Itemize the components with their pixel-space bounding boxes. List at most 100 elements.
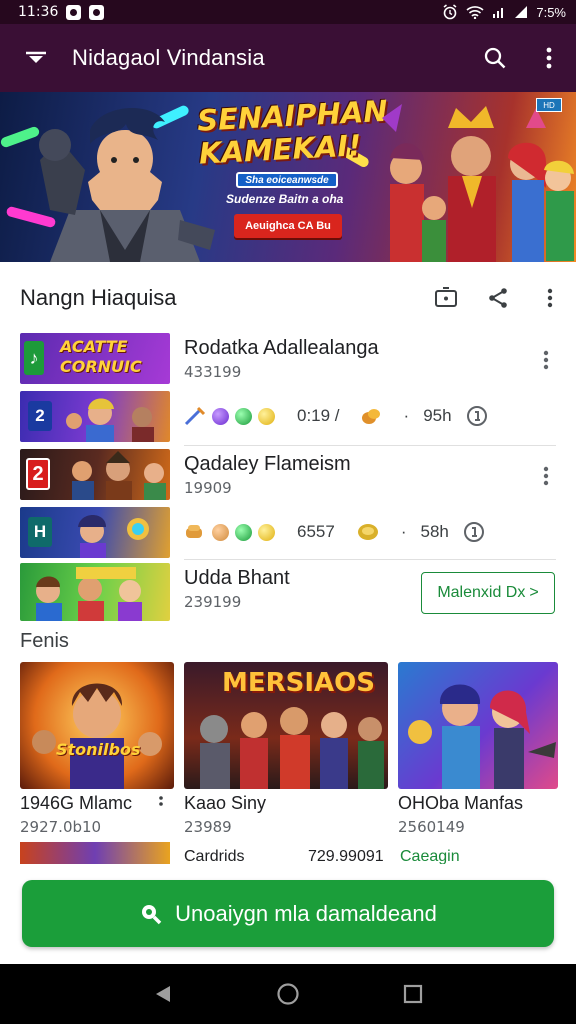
section-header: Nangn Hiaquisa bbox=[0, 268, 576, 328]
card-image-title: Stonilbos bbox=[56, 740, 141, 759]
item-stats: 6557 · 58h bbox=[184, 521, 485, 543]
game-thumbnail bbox=[20, 842, 170, 864]
card-image-title: MERSIAOS bbox=[222, 668, 376, 698]
search-button[interactable] bbox=[468, 24, 522, 92]
cast-button[interactable] bbox=[420, 268, 472, 328]
feature-card[interactable]: Stonilbos 1946G Mlamc 2927.0b10 bbox=[20, 662, 174, 836]
promo-banner[interactable]: SENAIPHAN KAMEKAI! Sha eoiceanwsde Suden… bbox=[0, 92, 576, 262]
more-vert-icon[interactable] bbox=[156, 794, 166, 814]
install-button[interactable]: Malenxid Dx > bbox=[421, 572, 555, 614]
chevron-right-icon: > bbox=[529, 584, 539, 601]
download-count: 433199 bbox=[184, 363, 242, 381]
hd-badge: HD bbox=[536, 98, 562, 112]
divider bbox=[184, 445, 556, 446]
system-nav-bar bbox=[0, 964, 576, 1024]
recents-button[interactable] bbox=[393, 974, 433, 1014]
character-group-illustration bbox=[382, 104, 574, 262]
item-overflow-button[interactable] bbox=[536, 461, 556, 491]
more-vert-icon bbox=[543, 466, 549, 486]
item-stats: 0:19 / · 95h bbox=[184, 405, 488, 427]
banner-cta-button[interactable]: Aeuighca CA Bu bbox=[234, 214, 342, 238]
item-overflow-button[interactable] bbox=[536, 345, 556, 375]
game-thumbnail: 2 bbox=[20, 449, 170, 500]
section-title: Nangn Hiaquisa bbox=[20, 285, 177, 310]
status-time: 11:36 bbox=[18, 4, 59, 20]
download-button-label: Unoaiygn mla damaldeand bbox=[175, 900, 437, 926]
stats-label: 0:19 / bbox=[297, 406, 340, 425]
app-title: Nidagaol Vindansia bbox=[72, 45, 265, 70]
alarm-icon bbox=[443, 4, 457, 20]
shield-icon bbox=[357, 524, 378, 540]
play-time: 95h bbox=[423, 406, 452, 425]
partial-name: Cardrids bbox=[184, 848, 245, 864]
game-name[interactable]: Rodatka Adallealanga bbox=[184, 337, 379, 360]
card-subtitle: 2560149 bbox=[398, 818, 465, 836]
search-icon bbox=[484, 47, 506, 69]
download-count: 19909 bbox=[184, 479, 232, 497]
thumbnail-tag: 2 bbox=[28, 401, 52, 431]
download-count: 239199 bbox=[184, 593, 242, 611]
card-image bbox=[398, 662, 558, 789]
card-subtitle: 23989 bbox=[184, 818, 232, 836]
more-vert-icon bbox=[546, 47, 552, 69]
more-vert-icon bbox=[543, 350, 549, 370]
thumbnail-title: 2 bbox=[26, 458, 50, 490]
back-button[interactable] bbox=[143, 974, 183, 1014]
dropdown-menu-button[interactable] bbox=[0, 24, 72, 92]
game-thumbnail-2: 2 bbox=[20, 391, 170, 442]
more-vert-icon bbox=[547, 288, 553, 308]
back-icon bbox=[155, 986, 170, 1002]
partial-action: Caeagin bbox=[400, 848, 460, 864]
chevron-down-icon bbox=[26, 51, 46, 63]
signal-icon-2 bbox=[515, 6, 528, 18]
feature-card[interactable]: MERSIAOS Kaao Siny 23989 bbox=[184, 662, 388, 836]
game-thumbnail: ♪ ACATTE CORNUIC bbox=[20, 333, 170, 384]
battery-percent: 7:5% bbox=[536, 4, 566, 20]
card-title: 1946G Mlamc bbox=[20, 793, 133, 813]
notification-icon-2 bbox=[89, 4, 105, 20]
play-time: 58h bbox=[420, 522, 449, 541]
game-name[interactable]: Qadaley Flameism bbox=[184, 453, 351, 476]
banner-pill: Sha eoiceanwsde bbox=[236, 172, 338, 188]
card-image: Stonilbos bbox=[20, 662, 174, 789]
partial-list-item[interactable]: Cardrids 729.99091 Caeagin bbox=[0, 842, 576, 864]
separator-dot: · bbox=[400, 522, 407, 541]
section-overflow-button[interactable] bbox=[524, 268, 576, 328]
gem-gold-icon bbox=[258, 407, 275, 425]
share-button[interactable] bbox=[472, 268, 524, 328]
divider bbox=[184, 559, 556, 560]
app-bar: Nidagaol Vindansia bbox=[0, 24, 576, 92]
sword-icon bbox=[184, 406, 206, 426]
signal-icon bbox=[493, 8, 504, 18]
stats-label: 6557 bbox=[297, 522, 335, 541]
home-button[interactable] bbox=[268, 974, 308, 1014]
list-item[interactable]: ♪ ACATTE CORNUIC 2 Rodatka Adallealanga … bbox=[20, 333, 556, 445]
share-icon bbox=[489, 288, 507, 308]
overflow-menu-button[interactable] bbox=[522, 24, 576, 92]
gem-green-icon bbox=[235, 407, 252, 425]
game-thumbnail bbox=[20, 563, 170, 621]
info-icon bbox=[463, 522, 484, 542]
notification-icon bbox=[66, 4, 82, 20]
separator-dot: · bbox=[403, 406, 410, 425]
recents-icon bbox=[404, 984, 423, 1004]
gem-gold-icon bbox=[258, 523, 275, 541]
download-button[interactable]: Unoaiygn mla damaldeand bbox=[22, 880, 554, 947]
gem-purple-icon bbox=[212, 407, 229, 425]
wifi-icon bbox=[466, 6, 484, 19]
status-bar: 11:36 7:5% bbox=[0, 0, 576, 24]
feature-card[interactable]: OHOba Manfas 2560149 bbox=[398, 662, 558, 836]
cast-icon bbox=[435, 287, 457, 307]
list-item[interactable]: 2 H Qadaley Flameism 19909 6557 · 58h bbox=[20, 449, 556, 558]
card-title: OHOba Manfas bbox=[398, 793, 524, 813]
game-name[interactable]: Udda Bhant bbox=[184, 567, 290, 590]
thumbnail-tag: H bbox=[28, 517, 52, 547]
home-icon bbox=[277, 983, 299, 1005]
info-icon bbox=[466, 406, 487, 426]
coins-icon bbox=[361, 409, 380, 424]
install-button-label: Malenxid Dx bbox=[437, 584, 526, 601]
banner-subline: Sudenze Baitn a oha bbox=[226, 192, 344, 206]
card-image: MERSIAOS bbox=[184, 662, 388, 789]
card-subtitle: 2927.0b10 bbox=[20, 818, 102, 836]
search-icon bbox=[142, 904, 162, 924]
